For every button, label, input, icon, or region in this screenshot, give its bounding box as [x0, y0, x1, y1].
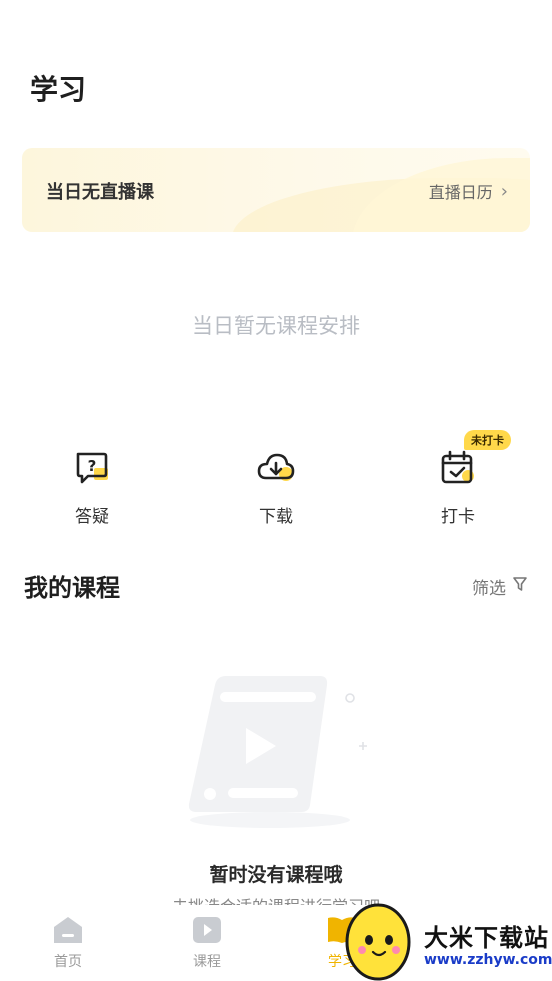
download-label: 下载 — [259, 507, 293, 527]
question-chat-icon: ? — [72, 448, 112, 488]
live-calendar-label: 直播日历 — [428, 183, 493, 202]
calendar-check-icon — [438, 448, 478, 488]
no-live-text: 当日无直播课 — [46, 182, 154, 203]
tab-home[interactable]: 首页 — [28, 915, 108, 971]
qa-label: 答疑 — [75, 507, 109, 527]
watermark-name: 大米下载站 — [424, 924, 549, 952]
tab-courses[interactable]: 课程 — [167, 915, 247, 971]
cloud-download-icon — [256, 448, 296, 488]
tab-home-label: 首页 — [54, 954, 82, 970]
schedule-empty-text: 当日暂无课程安排 — [192, 314, 360, 338]
tab-courses-label: 课程 — [193, 954, 221, 970]
live-calendar-link[interactable]: 直播日历 › — [429, 179, 508, 203]
live-banner: 当日无直播课 直播日历 › — [22, 148, 530, 232]
filter-button[interactable]: 筛选 — [472, 574, 528, 599]
home-icon — [52, 915, 84, 945]
chevron-right-icon: › — [500, 180, 508, 202]
checkin-status-badge: 未打卡 — [464, 430, 511, 450]
checkin-button[interactable]: 打卡 — [398, 448, 518, 527]
qa-button[interactable]: ? 答疑 — [32, 448, 152, 527]
watermark-url: www.zzhyw.com — [424, 952, 552, 968]
checkin-label: 打卡 — [441, 507, 475, 527]
empty-courses-illustration — [180, 670, 380, 830]
my-courses-title: 我的课程 — [24, 574, 120, 602]
page-title: 学习 — [30, 73, 87, 106]
svg-text:?: ? — [88, 457, 97, 475]
video-icon — [191, 915, 223, 945]
filter-icon — [512, 576, 528, 597]
filter-label: 筛选 — [472, 579, 506, 599]
download-button[interactable]: 下载 — [216, 448, 336, 527]
